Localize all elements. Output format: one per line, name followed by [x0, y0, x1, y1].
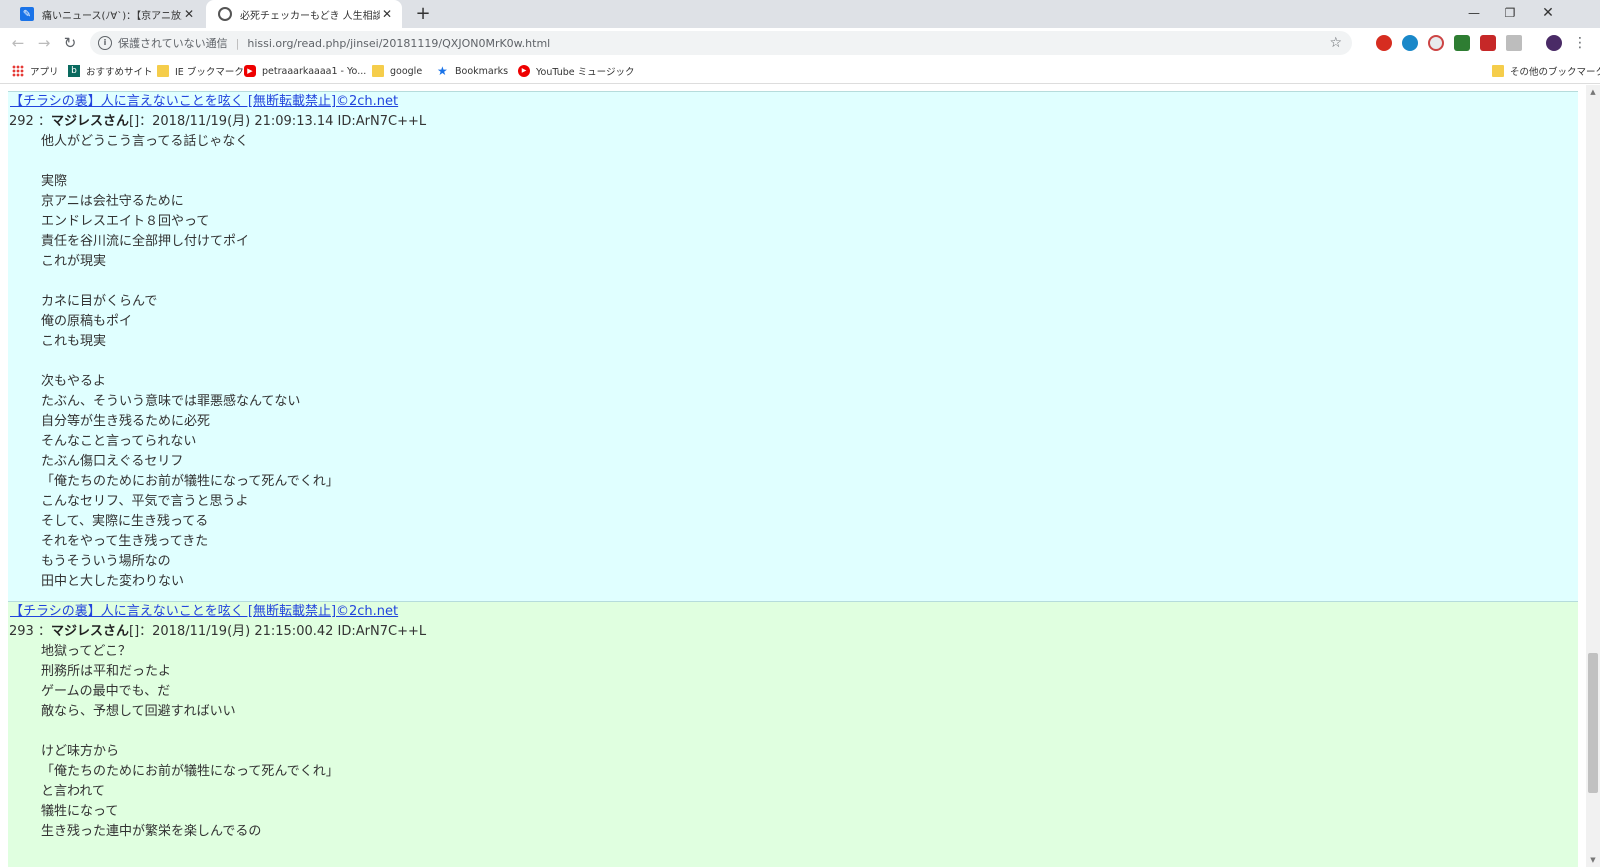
scrollbar-thumb[interactable] — [1588, 653, 1598, 793]
bookmark-bookmarks[interactable]: ★ Bookmarks — [437, 63, 508, 79]
maximize-button[interactable]: ❐ — [1492, 0, 1528, 28]
bookmark-label: IE ブックマーク — [175, 67, 244, 78]
post-number: 292 — [9, 114, 34, 129]
close-icon[interactable]: ✕ — [182, 7, 196, 21]
bookmark-star-icon[interactable]: ☆ — [1329, 35, 1342, 51]
extension-shield-icon[interactable] — [1428, 35, 1444, 51]
bing-icon: b — [68, 65, 80, 77]
forward-button[interactable]: → — [34, 33, 54, 53]
back-button[interactable]: ← — [8, 33, 28, 53]
youtube-music-icon: ▶ — [518, 65, 530, 77]
folder-icon — [1492, 65, 1504, 77]
globe-icon — [218, 7, 232, 21]
post-293: 【チラシの裏】人に言えないことを呟く [無断転載禁止]©2ch.net 293 … — [8, 601, 1578, 867]
poster-name: マジレスさん — [50, 114, 129, 129]
bookmarks-bar: アプリ b おすすめサイト IE ブックマーク ▶ petraaarkaaaa1… — [0, 58, 1600, 84]
apps-icon — [12, 65, 24, 77]
profile-avatar[interactable] — [1546, 35, 1562, 51]
scroll-down-arrow-icon[interactable]: ▼ — [1586, 853, 1600, 867]
bookmark-apps[interactable]: アプリ — [12, 63, 59, 79]
bookmark-label: Bookmarks — [455, 65, 509, 77]
menu-icon[interactable]: ⋮ — [1570, 33, 1590, 53]
bookmark-other-folder[interactable]: その他のブックマーク — [1492, 63, 1600, 79]
tab-strip: ✎ 痛いニュース(ﾉ∀`)：【京アニ放火】青葉 ✕ 必死チェッカーもどき 人生相… — [0, 0, 1600, 28]
url-text[interactable]: hissi.org/read.php/jinsei/20181119/QXJON… — [247, 37, 1329, 50]
extension-recycle-icon[interactable] — [1454, 35, 1470, 51]
bookmark-youtube-channel[interactable]: ▶ petraaarkaaaa1 - Yo... — [244, 63, 366, 79]
scroll-up-arrow-icon[interactable]: ▲ — [1586, 85, 1600, 99]
bookmark-google-folder[interactable]: google — [372, 63, 422, 79]
browser-toolbar: ← → ↻ i 保護されていない通信 | hissi.org/read.php/… — [0, 28, 1600, 58]
bookmark-label: その他のブックマーク — [1510, 67, 1600, 78]
extension-pdf-icon[interactable] — [1506, 35, 1522, 51]
post-header: 292 ：マジレスさん[]：2018/11/19(月) 21:09:13.14 … — [8, 112, 1578, 132]
info-icon[interactable]: i — [98, 36, 112, 50]
folder-icon — [157, 65, 169, 77]
omnibox-separator: | — [235, 36, 240, 50]
post-meta: []：2018/11/19(月) 21:09:13.14 ID:ArN7C++L — [129, 114, 427, 129]
tab-title: 痛いニュース(ﾉ∀`)：【京アニ放火】青葉 — [42, 10, 182, 22]
page-content: 【チラシの裏】人に言えないことを呟く [無断転載禁止]©2ch.net 292 … — [0, 85, 1586, 867]
star-icon: ★ — [437, 64, 448, 78]
tab-itai-news[interactable]: ✎ 痛いニュース(ﾉ∀`)：【京アニ放火】青葉 ✕ — [8, 0, 204, 28]
new-tab-button[interactable]: + — [414, 5, 432, 23]
bookmark-label: アプリ — [30, 67, 59, 78]
post-header: 293 ：マジレスさん[]：2018/11/19(月) 21:15:00.42 … — [8, 622, 1578, 642]
folder-icon — [372, 65, 384, 77]
extension-abp-icon[interactable] — [1480, 35, 1496, 51]
post-meta: []：2018/11/19(月) 21:15:00.42 ID:ArN7C++L — [129, 624, 427, 639]
address-bar[interactable]: i 保護されていない通信 | hissi.org/read.php/jinsei… — [90, 31, 1352, 55]
tab-title: 必死チェッカーもどき 人生相談 > 20 — [240, 10, 380, 22]
bookmark-label: google — [390, 65, 423, 77]
page-scrollbar[interactable]: ▲ ▼ — [1586, 85, 1600, 867]
bookmark-label: petraaarkaaaa1 - Yo... — [262, 65, 367, 77]
post-number: 293 — [9, 624, 34, 639]
minimize-button[interactable]: — — [1456, 0, 1492, 28]
post-body: 他人がどうこう言ってる話じゃなく 実際 京アニは会社守るために エンドレスエイト… — [41, 134, 339, 589]
bookmark-youtube-music[interactable]: ▶ YouTube ミュージック — [518, 63, 634, 79]
bookmark-label: おすすめサイト — [86, 67, 153, 78]
tab-hissi-checker[interactable]: 必死チェッカーもどき 人生相談 > 20 ✕ — [206, 0, 402, 28]
post-colon: ： — [37, 114, 51, 129]
post-body: 地獄ってどこ？ 刑務所は平和だったよ ゲームの最中でも、だ 敵なら、予想して回避… — [41, 644, 339, 839]
bookmark-recommended[interactable]: b おすすめサイト — [68, 63, 153, 79]
bookmark-ie-folder[interactable]: IE ブックマーク — [157, 63, 244, 79]
close-icon[interactable]: ✕ — [380, 7, 394, 21]
youtube-icon: ▶ — [244, 65, 256, 77]
window-close-button[interactable]: ✕ — [1530, 0, 1566, 28]
thread-link[interactable]: 【チラシの裏】人に言えないことを呟く [無断転載禁止]©2ch.net — [8, 92, 1578, 112]
post-292: 【チラシの裏】人に言えないことを呟く [無断転載禁止]©2ch.net 292 … — [8, 91, 1578, 601]
reload-button[interactable]: ↻ — [60, 33, 80, 53]
bookmark-label: YouTube ミュージック — [536, 67, 635, 78]
post-colon: ： — [37, 624, 51, 639]
blog-icon: ✎ — [20, 7, 34, 21]
extension-blue-icon[interactable] — [1402, 35, 1418, 51]
extension-red-icon[interactable] — [1376, 35, 1392, 51]
thread-link[interactable]: 【チラシの裏】人に言えないことを呟く [無断転載禁止]©2ch.net — [8, 602, 1578, 622]
poster-name: マジレスさん — [50, 624, 129, 639]
security-text: 保護されていない通信 — [118, 37, 228, 50]
